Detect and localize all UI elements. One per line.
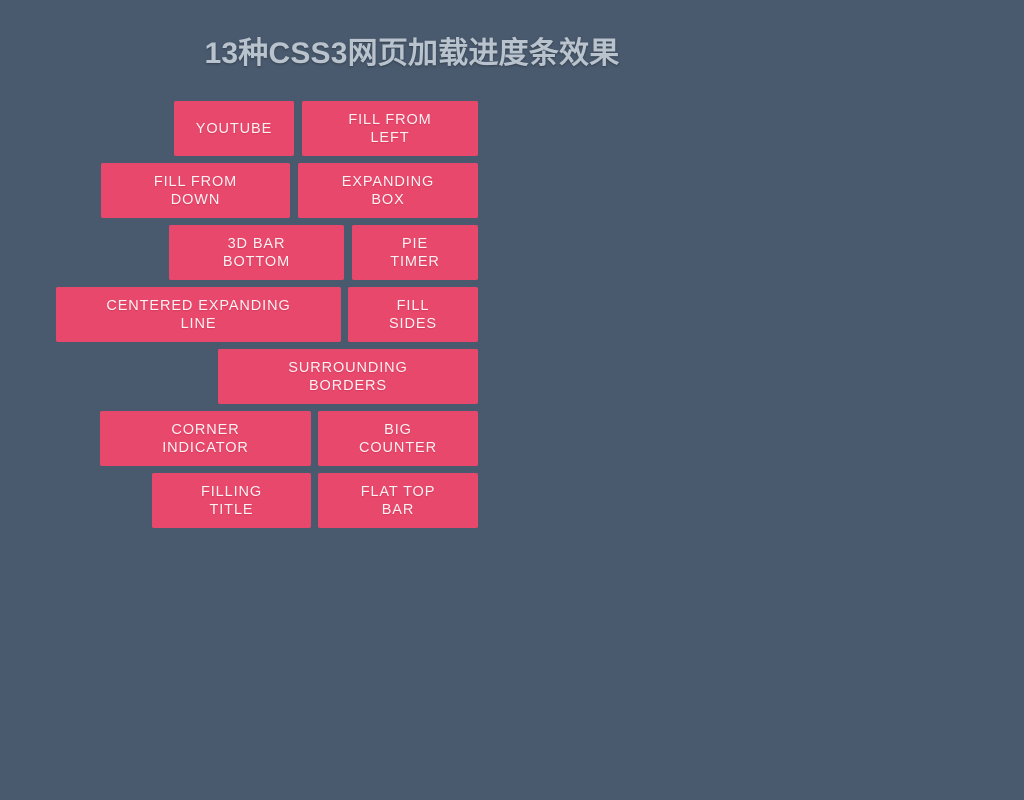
- demo-button-expanding-box[interactable]: EXPANDING BOX: [298, 163, 478, 218]
- demo-button-youtube[interactable]: YOUTUBE: [174, 101, 294, 156]
- demo-button-grid: YOUTUBE FILL FROM LEFT FILL FROM DOWN EXPAN…: [0, 0, 1024, 560]
- demo-button-3d-bar-bottom[interactable]: 3D BAR BOTTOM: [169, 225, 344, 280]
- demo-button-corner-indicator[interactable]: CORNER INDICATOR: [100, 411, 311, 466]
- demo-button-fill-sides[interactable]: FILL SIDES: [348, 287, 478, 342]
- demo-button-flat-top-bar[interactable]: FLAT TOP BAR: [318, 473, 478, 528]
- demo-button-filling-title[interactable]: FILLING TITLE: [152, 473, 311, 528]
- demo-button-pie-timer[interactable]: PIE TIMER: [352, 225, 478, 280]
- demo-button-big-counter[interactable]: BIG COUNTER: [318, 411, 478, 466]
- demo-button-centered-expanding-line[interactable]: CENTERED EXPANDING LINE: [56, 287, 341, 342]
- demo-button-fill-from-down[interactable]: FILL FROM DOWN: [101, 163, 290, 218]
- progress-bar-demo-page: 13种CSS3网页加载进度条效果 YOUTUBE FILL FROM LEFT FI…: [0, 0, 1024, 800]
- demo-button-fill-from-left[interactable]: FILL FROM LEFT: [302, 101, 478, 156]
- demo-button-surrounding-borders[interactable]: SURROUNDING BORDERS: [218, 349, 478, 404]
